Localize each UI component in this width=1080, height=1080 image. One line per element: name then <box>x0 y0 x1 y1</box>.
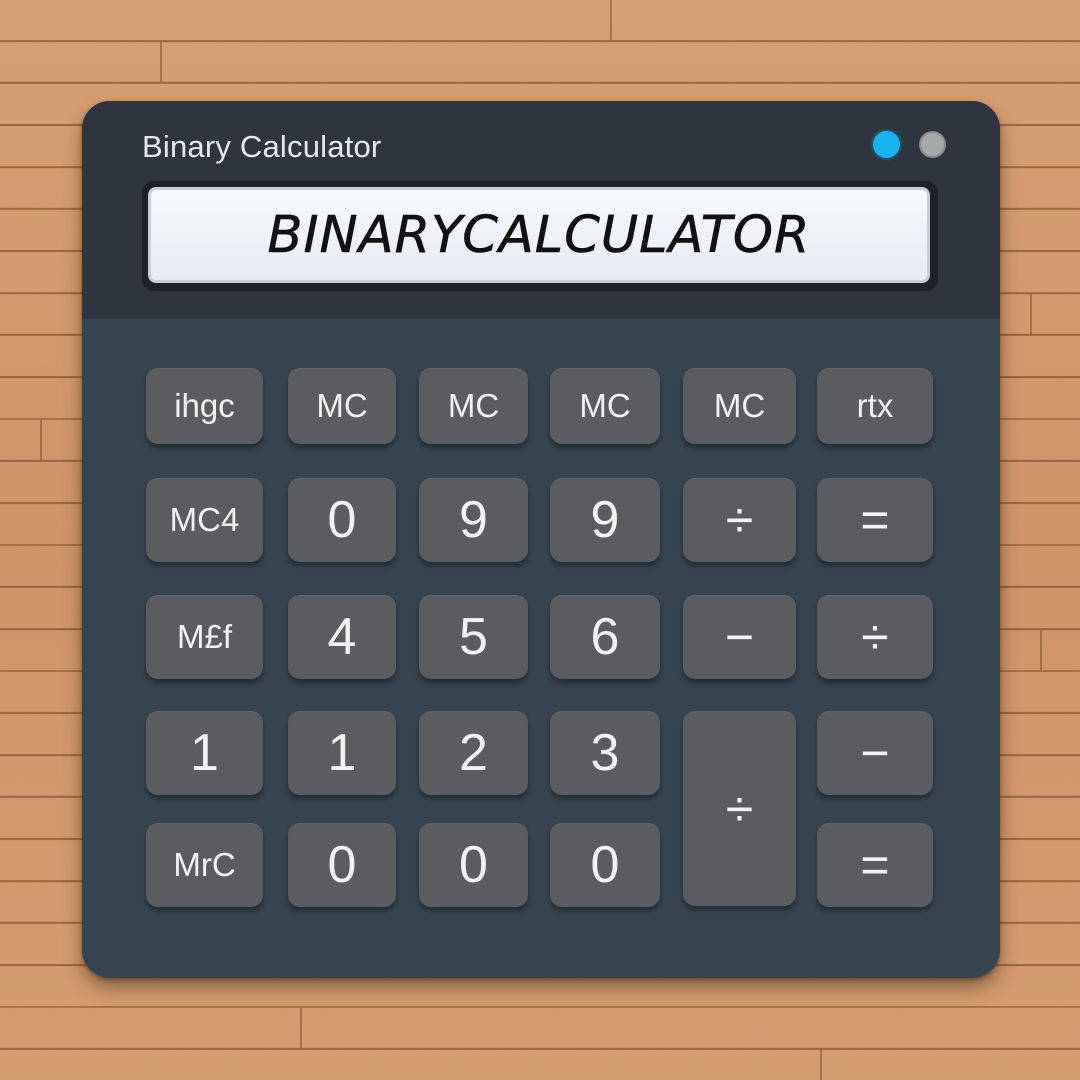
key-label: 5 <box>459 608 488 666</box>
equals-key[interactable]: = <box>817 478 933 562</box>
digit-key-0[interactable]: 0 <box>419 823 528 907</box>
digit-key-6[interactable]: 6 <box>550 595 660 679</box>
key-label: − <box>860 725 890 781</box>
calculator-window: Binary Calculator BINARYCALCULATOR ihgc … <box>82 101 1000 978</box>
key-label: 0 <box>327 491 357 549</box>
digit-key-1[interactable]: 1 <box>146 711 263 795</box>
wood-plank-joint <box>610 0 612 40</box>
key-label: 4 <box>327 608 357 666</box>
display-screen: BINARYCALCULATOR <box>148 187 930 283</box>
key-label: MC <box>713 387 766 424</box>
digit-key-4[interactable]: 4 <box>288 595 396 679</box>
memory-clear-key[interactable]: MC <box>419 368 528 444</box>
memory-clear-key[interactable]: MC <box>683 368 796 444</box>
digit-key-0[interactable]: 0 <box>550 823 660 907</box>
key-label: 0 <box>459 836 488 894</box>
key-label: MC <box>579 387 631 424</box>
divide-key[interactable]: ÷ <box>817 595 933 679</box>
digit-key-2[interactable]: 2 <box>419 711 528 795</box>
key-label: 1 <box>327 724 357 782</box>
key-label: 0 <box>590 836 620 894</box>
divide-key-tall[interactable]: ÷ <box>683 711 796 906</box>
memory-clear-key[interactable]: MC <box>288 368 396 444</box>
key-label: MC <box>447 387 500 424</box>
key-label: MC4 <box>169 501 240 538</box>
key-label: ihgc <box>174 387 235 424</box>
minus-key[interactable]: − <box>683 595 796 679</box>
memory-key-mef[interactable]: M£f <box>146 595 263 679</box>
display-value: BINARYCALCULATOR <box>267 205 811 265</box>
key-label: − <box>724 609 755 665</box>
display-bezel: BINARYCALCULATOR <box>142 181 938 291</box>
function-key-rtx[interactable]: rtx <box>817 368 933 444</box>
calculator-header: Binary Calculator BINARYCALCULATOR <box>82 101 1000 319</box>
digit-key-3[interactable]: 3 <box>550 711 660 795</box>
divide-key[interactable]: ÷ <box>683 478 796 562</box>
wood-plank-joint <box>820 1050 822 1080</box>
memory-clear-key[interactable]: MC <box>550 368 660 444</box>
key-label: 9 <box>590 491 620 549</box>
digit-key-0[interactable]: 0 <box>288 823 396 907</box>
minus-key[interactable]: − <box>817 711 933 795</box>
wood-plank-joint <box>160 42 162 82</box>
key-label: 3 <box>590 724 620 782</box>
digit-key-1[interactable]: 1 <box>288 711 396 795</box>
key-label: ÷ <box>725 492 754 548</box>
key-label: = <box>860 492 890 548</box>
key-label: ÷ <box>861 609 889 665</box>
digit-key-0[interactable]: 0 <box>288 478 396 562</box>
key-label: 9 <box>459 491 488 549</box>
key-label: 6 <box>590 608 620 666</box>
digit-key-9[interactable]: 9 <box>550 478 660 562</box>
wood-plank-joint <box>300 1008 302 1048</box>
digit-key-9[interactable]: 9 <box>419 478 528 562</box>
key-label: ÷ <box>725 780 754 837</box>
inactive-indicator-dot[interactable] <box>919 131 946 158</box>
key-label: 1 <box>190 724 219 782</box>
active-indicator-dot[interactable] <box>873 131 900 158</box>
wood-plank-joint <box>1030 294 1032 334</box>
equals-key[interactable]: = <box>817 823 933 907</box>
key-label: = <box>860 837 890 893</box>
key-label: M£f <box>176 618 232 655</box>
window-title: Binary Calculator <box>142 129 382 164</box>
memory-key-mc4[interactable]: MC4 <box>146 478 263 562</box>
key-label: MC <box>316 387 368 424</box>
wood-plank-joint <box>40 420 42 460</box>
key-label: MrC <box>173 846 236 883</box>
key-label: rtx <box>856 387 894 424</box>
digit-key-5[interactable]: 5 <box>419 595 528 679</box>
memory-recall-key[interactable]: MrC <box>146 823 263 907</box>
key-label: 0 <box>327 836 357 894</box>
key-label: 2 <box>459 724 488 782</box>
function-key-ihgc[interactable]: ihgc <box>146 368 263 444</box>
wood-plank-joint <box>1040 630 1042 670</box>
